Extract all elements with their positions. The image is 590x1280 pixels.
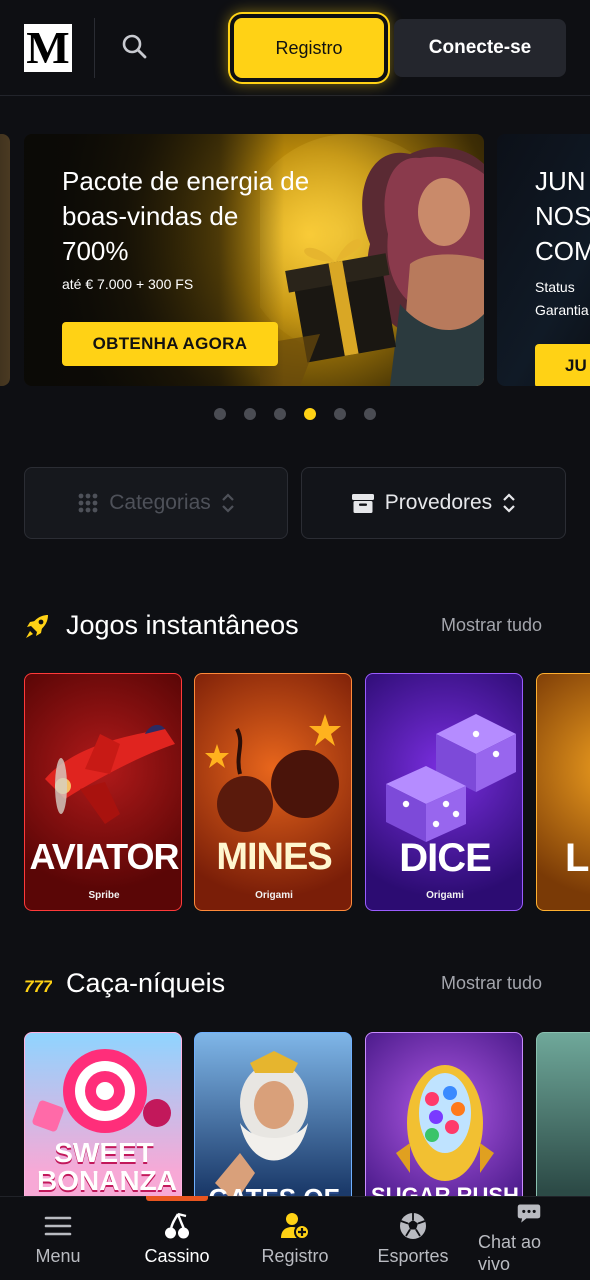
box-icon xyxy=(351,494,374,513)
instant-games-header: Jogos instantâneos Mostrar tudo xyxy=(24,606,542,646)
nav-esportes[interactable]: Esportes xyxy=(368,1197,458,1280)
bottom-navigation: Menu Cassino Registro Esportes Chat ao v… xyxy=(0,1196,590,1280)
categories-label: Categorias xyxy=(109,491,211,514)
banner-subtitle: até € 7.000 + 300 FS xyxy=(62,276,194,292)
slots-title: Caça-níqueis xyxy=(66,968,226,998)
carousel-dots xyxy=(0,408,590,422)
game-card-partial[interactable] xyxy=(536,1032,590,1196)
game-name: L xyxy=(565,836,590,880)
promo-carousel[interactable]: Pacote de energia de boas-vindas de 700%… xyxy=(0,132,590,388)
header-divider xyxy=(94,18,95,78)
game-card-dice[interactable]: DICE Origami xyxy=(365,673,523,911)
instant-games-title: Jogos instantâneos xyxy=(66,610,299,640)
slots-header: 777 Caça-níqueis Mostrar tudo xyxy=(24,964,542,1004)
game-card-sugar-rush[interactable]: SUGAR RUSH xyxy=(365,1032,523,1196)
sort-arrows-icon xyxy=(222,493,234,513)
game-name: SWEET BONANZA xyxy=(37,1137,177,1196)
promo-banner[interactable]: Pacote de energia de boas-vindas de 700%… xyxy=(24,134,484,386)
carousel-dot[interactable] xyxy=(334,408,346,420)
providers-select[interactable]: Provedores xyxy=(301,467,566,539)
nav-cassino[interactable]: Cassino xyxy=(132,1197,222,1280)
sort-arrows-icon xyxy=(503,493,515,513)
carousel-dot-active[interactable] xyxy=(304,408,316,420)
zeus-icon xyxy=(215,1051,308,1196)
register-button[interactable]: Registro xyxy=(234,18,384,78)
nav-label: Cassino xyxy=(144,1246,210,1266)
candy-machine-icon xyxy=(396,1065,494,1181)
nav-label: Menu xyxy=(35,1246,81,1266)
slots-row: SWEET BONANZA GATES OF SUGAR RUSH xyxy=(0,1032,590,1196)
next-banner-cta[interactable]: JU xyxy=(535,344,590,386)
carousel-dot[interactable] xyxy=(364,408,376,420)
carousel-dot[interactable] xyxy=(274,408,286,420)
previous-banner[interactable] xyxy=(0,134,10,386)
claim-bonus-button[interactable]: OBTENHA AGORA xyxy=(62,322,278,366)
next-banner-title: JUN NOS COM xyxy=(535,166,590,266)
nav-chat[interactable]: Chat ao vivo xyxy=(472,1197,590,1280)
banner-title: Pacote de energia de boas-vindas de 700% xyxy=(62,166,310,266)
svg-text:777: 777 xyxy=(24,977,52,996)
instant-games-show-all[interactable]: Mostrar tudo xyxy=(441,615,542,636)
add-user-icon xyxy=(281,1213,310,1240)
grid-icon xyxy=(78,493,98,513)
nav-menu[interactable]: Menu xyxy=(18,1197,98,1280)
categories-select[interactable]: Categorias xyxy=(24,467,288,539)
login-button[interactable]: Conecte-se xyxy=(394,19,566,77)
next-banner[interactable]: JUN NOS COM Status Garantia JU xyxy=(497,134,590,386)
logo[interactable]: M xyxy=(24,24,72,72)
logo-letter: M xyxy=(26,22,70,73)
nav-registro[interactable]: Registro xyxy=(250,1197,340,1280)
soccer-ball-icon xyxy=(400,1213,426,1239)
next-banner-subtitle: Status Garantia xyxy=(535,279,589,318)
carousel-dot[interactable] xyxy=(214,408,226,420)
header: M Registro Conecte-se xyxy=(0,0,590,96)
chat-support-icon xyxy=(517,1204,541,1223)
search-button[interactable] xyxy=(116,28,152,64)
nav-label: Registro xyxy=(261,1246,329,1266)
game-card-partial[interactable]: L xyxy=(536,673,590,911)
game-provider: Origami xyxy=(426,890,464,901)
game-name: MINES xyxy=(216,836,332,878)
carousel-dot[interactable] xyxy=(244,408,256,420)
nav-label: Esportes xyxy=(377,1246,449,1266)
search-icon xyxy=(122,34,147,59)
game-name: DICE xyxy=(399,836,492,880)
game-card-aviator[interactable]: AVIATOR Spribe xyxy=(24,673,182,911)
nav-label: Chat ao vivo xyxy=(478,1232,542,1274)
game-card-mines[interactable]: MINES Origami xyxy=(194,673,352,911)
hamburger-icon xyxy=(44,1216,72,1236)
game-name: SUGAR RUSH xyxy=(371,1183,519,1196)
game-provider: Origami xyxy=(255,890,293,901)
rocket-icon xyxy=(26,615,48,638)
game-card-gates-of-olympus[interactable]: GATES OF xyxy=(194,1032,352,1196)
providers-label: Provedores xyxy=(384,491,493,514)
game-name: AVIATOR xyxy=(29,836,179,877)
game-provider: Spribe xyxy=(88,890,120,901)
cherries-icon xyxy=(165,1212,189,1239)
game-card-sweet-bonanza[interactable]: SWEET BONANZA xyxy=(24,1032,182,1196)
slots-show-all[interactable]: Mostrar tudo xyxy=(441,973,542,994)
instant-games-row: AVIATOR Spribe MINES Origami DICE Origam… xyxy=(0,673,590,913)
game-name: GATES OF xyxy=(195,1183,351,1196)
sevens-icon: 777 xyxy=(24,977,52,996)
